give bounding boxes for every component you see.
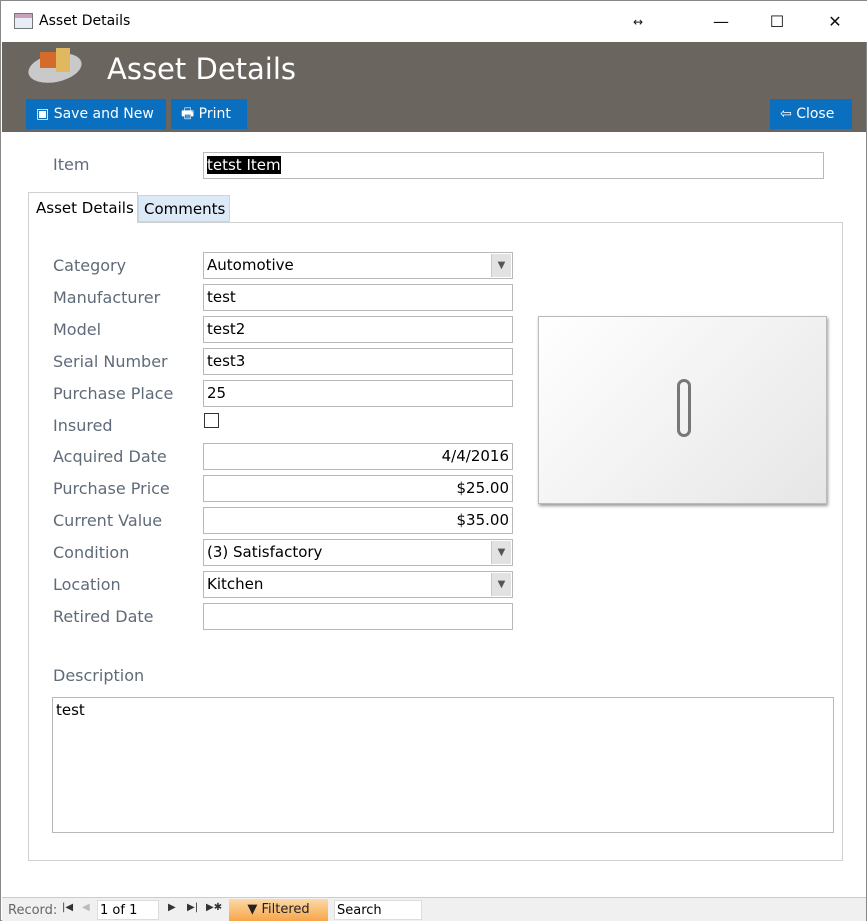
chevron-down-icon[interactable]: ▼ xyxy=(491,254,511,277)
save-icon: ▣ xyxy=(36,106,50,122)
printer-icon: 🖶 xyxy=(181,106,195,122)
form-header: Asset Details ▣ Save and New 🖶 Print ⇦ C… xyxy=(2,42,866,132)
retired-date-label: Retired Date xyxy=(53,607,154,626)
record-label: Record: xyxy=(8,903,58,918)
house-icon xyxy=(40,52,56,68)
item-value: tetst Item xyxy=(207,156,281,174)
boxes-icon xyxy=(56,48,70,72)
current-value-input[interactable]: $35.00 xyxy=(203,507,513,534)
insured-checkbox[interactable] xyxy=(204,413,219,428)
serial-label: Serial Number xyxy=(53,352,168,371)
first-record-button[interactable]: |◀ xyxy=(62,902,73,913)
condition-label: Condition xyxy=(53,543,130,562)
acquired-date-input[interactable]: 4/4/2016 xyxy=(203,443,513,470)
retired-date-input[interactable] xyxy=(203,603,513,630)
serial-input[interactable]: test3 xyxy=(203,348,513,375)
description-label: Description xyxy=(53,666,145,685)
close-window-button[interactable]: ✕ xyxy=(820,9,850,35)
search-input[interactable]: Search xyxy=(334,900,422,920)
minimize-button[interactable]: — xyxy=(706,9,736,35)
category-select[interactable]: Automotive ▼ xyxy=(203,252,513,279)
manufacturer-input[interactable]: test xyxy=(203,284,513,311)
item-label: Item xyxy=(53,155,90,174)
funnel-icon: ▼ xyxy=(247,902,258,917)
insured-label: Insured xyxy=(53,416,113,435)
title-bar: Asset Details ↔ — ☐ ✕ xyxy=(1,1,867,42)
purchase-price-input[interactable]: $25.00 xyxy=(203,475,513,502)
paperclip-icon xyxy=(677,379,691,437)
chevron-down-icon[interactable]: ▼ xyxy=(491,573,511,596)
maximize-button[interactable]: ☐ xyxy=(762,9,792,35)
form-icon xyxy=(14,13,33,29)
filter-toggle-button[interactable]: ▼ Filtered xyxy=(229,899,328,921)
acquired-date-label: Acquired Date xyxy=(53,447,167,466)
chevron-down-icon[interactable]: ▼ xyxy=(491,541,511,564)
previous-record-button[interactable]: ◀ xyxy=(82,902,90,913)
location-label: Location xyxy=(53,575,121,594)
resize-icon: ↔ xyxy=(632,15,644,29)
close-button[interactable]: ⇦ Close xyxy=(770,99,852,129)
next-record-button[interactable]: ▶ xyxy=(168,902,176,913)
print-button[interactable]: 🖶 Print xyxy=(171,99,247,129)
description-textarea[interactable]: test xyxy=(52,697,834,833)
purchase-place-input[interactable]: 25 xyxy=(203,380,513,407)
tab-asset-details[interactable]: Asset Details xyxy=(28,192,138,223)
category-label: Category xyxy=(53,256,127,275)
record-position-input[interactable]: 1 of 1 xyxy=(97,900,159,920)
model-input[interactable]: test2 xyxy=(203,316,513,343)
attachment-box[interactable] xyxy=(538,316,827,504)
category-value: Automotive xyxy=(207,256,294,274)
header-title: Asset Details xyxy=(107,52,297,86)
tab-comments[interactable]: Comments xyxy=(138,195,230,222)
location-select[interactable]: Kitchen ▼ xyxy=(203,571,513,598)
manufacturer-label: Manufacturer xyxy=(53,288,161,307)
condition-select[interactable]: (3) Satisfactory ▼ xyxy=(203,539,513,566)
window-title: Asset Details xyxy=(39,13,131,29)
last-record-button[interactable]: ▶| xyxy=(187,902,198,913)
save-and-new-button[interactable]: ▣ Save and New xyxy=(26,99,166,129)
model-label: Model xyxy=(53,320,102,339)
purchase-place-label: Purchase Place xyxy=(53,384,174,403)
current-value-label: Current Value xyxy=(53,511,163,530)
new-record-button[interactable]: ▶✱ xyxy=(206,902,222,913)
record-navigation-bar: Record: |◀ ◀ 1 of 1 ▶ ▶| ▶✱ ▼ Filtered S… xyxy=(2,897,866,921)
purchase-price-label: Purchase Price xyxy=(53,479,170,498)
close-door-icon: ⇦ xyxy=(780,106,792,122)
condition-value: (3) Satisfactory xyxy=(207,543,323,561)
item-input[interactable]: tetst Item xyxy=(203,152,824,179)
location-value: Kitchen xyxy=(207,575,264,593)
